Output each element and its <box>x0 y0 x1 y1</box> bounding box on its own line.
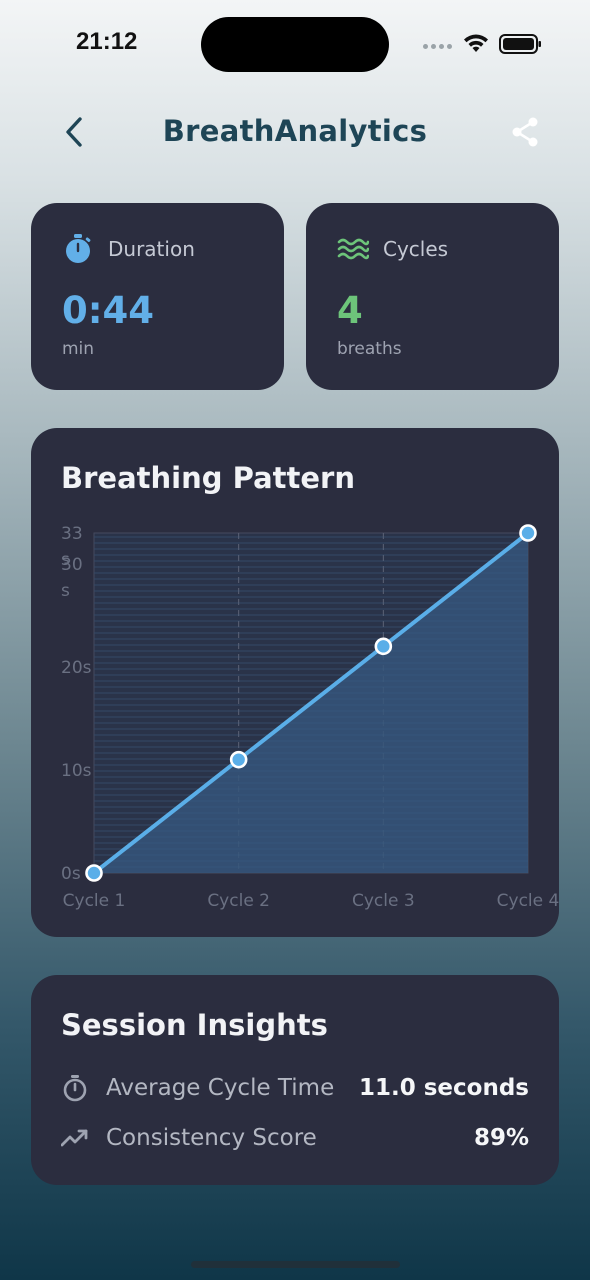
insight-label: Average Cycle Time <box>106 1075 335 1101</box>
x-tick-label: Cycle 4 <box>497 891 559 911</box>
status-time: 21:12 <box>76 28 138 55</box>
timer-icon <box>63 1075 87 1102</box>
y-tick-label: 10s <box>61 761 92 781</box>
breathing-pattern-card: Breathing Pattern 0s 10s 20s 30 s 33 s Cycle 1C… <box>31 428 559 937</box>
dynamic-island <box>201 17 389 72</box>
insight-value: 11.0 seconds <box>358 1075 529 1101</box>
duration-value: 0:44 <box>62 289 155 332</box>
stopwatch-icon <box>66 234 91 263</box>
data-point <box>85 864 103 882</box>
cycles-value: 4 <box>337 289 363 332</box>
duration-unit: min <box>62 339 95 359</box>
share-button[interactable] <box>506 112 544 152</box>
cycles-card: Cycles 4 breaths <box>306 203 559 390</box>
y-tick-label: 20s <box>61 658 92 678</box>
data-point <box>229 750 248 769</box>
wifi-icon <box>464 34 488 52</box>
cycles-label: Cycles <box>383 237 449 261</box>
battery-icon <box>499 34 541 54</box>
insight-label: Consistency Score <box>106 1125 317 1151</box>
insight-row-average-cycle-time: Average Cycle Time 11.0 seconds <box>61 1068 529 1108</box>
x-tick-label: Cycle 2 <box>207 891 270 911</box>
y-tick-label: 0s <box>61 864 81 884</box>
trending-up-icon <box>61 1129 88 1147</box>
x-tick-label: Cycle 1 <box>63 891 126 911</box>
page-title: BreathAnalytics <box>162 114 428 148</box>
breathing-pattern-chart: 0s10s20s30 s33 sCycle 1 Cycle 2 Cycle 3 Cycle… <box>61 524 559 911</box>
data-point <box>519 524 537 542</box>
insight-value: 89% <box>473 1125 529 1151</box>
x-tick-label: Cycle 3 <box>352 891 415 911</box>
duration-card: Duration 0:44 min <box>31 203 284 390</box>
duration-label: Duration <box>108 237 195 261</box>
share-icon <box>512 117 538 147</box>
data-point <box>374 637 393 656</box>
insights-title: Session Insights <box>61 1008 328 1042</box>
session-insights-card: Session Insights Average Cycle Time 11.0… <box>31 975 559 1185</box>
insight-row-consistency-score: Consistency Score 89% <box>61 1118 529 1158</box>
status-bar: 21:12 <box>0 0 590 90</box>
waves-icon <box>337 238 369 260</box>
signal-icon <box>423 44 452 49</box>
cycles-unit: breaths <box>337 339 402 359</box>
navigation-bar: BreathAnalytics <box>0 100 590 164</box>
home-indicator <box>191 1261 400 1268</box>
